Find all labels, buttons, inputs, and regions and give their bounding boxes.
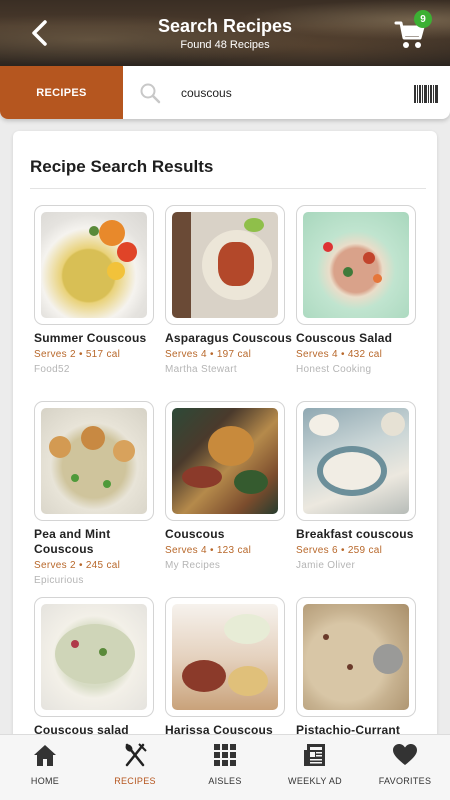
recipe-tile[interactable]: Pistachio-Currant bbox=[296, 597, 416, 738]
nav-label: WEEKLY AD bbox=[288, 776, 342, 786]
newspaper-icon bbox=[304, 744, 325, 766]
search-bar: RECIPES bbox=[0, 66, 450, 119]
recipe-image bbox=[41, 408, 147, 514]
recipe-serves-calories: Serves 2 • 245 cal bbox=[34, 560, 121, 571]
recipe-thumbnail-frame bbox=[165, 205, 285, 325]
cart-count-badge: 9 bbox=[414, 10, 432, 28]
nav-label: HOME bbox=[30, 776, 60, 786]
recipe-serves-calories: Serves 4 • 197 cal bbox=[165, 349, 252, 360]
recipe-image bbox=[303, 408, 409, 514]
recipe-source: Epicurious bbox=[34, 575, 84, 586]
recipe-thumbnail-frame bbox=[165, 401, 285, 521]
recipe-serves-calories: Serves 6 • 259 cal bbox=[296, 545, 383, 556]
recipe-thumbnail-frame bbox=[296, 205, 416, 325]
results-title: Recipe Search Results bbox=[30, 157, 214, 176]
recipe-name: Breakfast couscous bbox=[296, 527, 414, 541]
results-count: Found 48 Recipes bbox=[180, 39, 270, 51]
recipe-thumbnail-frame bbox=[165, 597, 285, 717]
recipe-tile[interactable]: Pea and Mint Couscous Serves 2 • 245 cal… bbox=[34, 401, 154, 588]
recipe-source: Food52 bbox=[34, 364, 70, 375]
fork-spoon-icon bbox=[125, 743, 147, 767]
search-category-tab[interactable]: RECIPES bbox=[0, 66, 123, 119]
recipe-serves-calories: Serves 4 • 432 cal bbox=[296, 349, 383, 360]
recipe-image bbox=[41, 604, 147, 710]
nav-label: FAVORITES bbox=[378, 776, 432, 786]
recipe-source: Honest Cooking bbox=[296, 364, 372, 375]
recipe-image bbox=[172, 408, 278, 514]
nav-favorites[interactable]: FAVORITES bbox=[360, 741, 450, 797]
nav-label: AISLES bbox=[208, 776, 242, 786]
nav-weekly-ad[interactable]: WEEKLY AD bbox=[270, 741, 360, 797]
recipe-name: Asparagus Couscous bbox=[165, 331, 292, 345]
recipe-image bbox=[303, 212, 409, 318]
bottom-nav: HOME RECIPES AISLES WEEKLY AD FAVORITES bbox=[0, 734, 450, 800]
search-icon bbox=[140, 83, 161, 104]
recipe-thumbnail-frame bbox=[34, 205, 154, 325]
nav-label: RECIPES bbox=[114, 776, 156, 786]
divider bbox=[30, 188, 426, 189]
search-input[interactable] bbox=[175, 83, 395, 103]
recipe-tile[interactable]: Couscous salad bbox=[34, 597, 154, 738]
grid-icon bbox=[214, 744, 236, 766]
recipe-name: Couscous Salad bbox=[296, 331, 393, 345]
recipe-thumbnail-frame bbox=[296, 597, 416, 717]
recipe-name: Couscous bbox=[165, 527, 225, 541]
recipe-tile[interactable]: Harissa Couscous bbox=[165, 597, 285, 738]
app-header: Search Recipes Found 48 Recipes 9 bbox=[0, 0, 450, 66]
recipe-tile[interactable]: Couscous Salad Serves 4 • 432 cal Honest… bbox=[296, 205, 416, 377]
home-icon bbox=[34, 745, 56, 766]
barcode-scanner-icon[interactable] bbox=[413, 84, 439, 104]
recipe-image bbox=[303, 604, 409, 710]
recipe-source: Martha Stewart bbox=[165, 364, 238, 375]
nav-aisles[interactable]: AISLES bbox=[180, 741, 270, 797]
recipe-image bbox=[172, 212, 278, 318]
recipe-tile[interactable]: Couscous Serves 4 • 123 cal My Recipes bbox=[165, 401, 285, 573]
recipe-name: Summer Couscous bbox=[34, 331, 147, 345]
heart-icon bbox=[393, 744, 417, 765]
recipe-image bbox=[172, 604, 278, 710]
recipe-source: My Recipes bbox=[165, 560, 221, 571]
recipe-thumbnail-frame bbox=[34, 401, 154, 521]
recipe-name: Pea and Mint Couscous bbox=[34, 527, 111, 556]
results-card: Recipe Search Results Summer Couscous Se… bbox=[13, 131, 437, 771]
recipe-tile[interactable]: Asparagus Couscous Serves 4 • 197 cal Ma… bbox=[165, 205, 292, 377]
cart-button[interactable]: 9 bbox=[394, 10, 434, 52]
recipe-thumbnail-frame bbox=[34, 597, 154, 717]
recipe-serves-calories: Serves 4 • 123 cal bbox=[165, 545, 252, 556]
recipe-source: Jamie Oliver bbox=[296, 560, 356, 571]
recipe-serves-calories: Serves 2 • 517 cal bbox=[34, 349, 121, 360]
nav-home[interactable]: HOME bbox=[0, 741, 90, 797]
recipe-tile[interactable]: Summer Couscous Serves 2 • 517 cal Food5… bbox=[34, 205, 154, 377]
page-title: Search Recipes bbox=[157, 16, 293, 36]
nav-recipes[interactable]: RECIPES bbox=[90, 741, 180, 797]
recipe-image bbox=[41, 212, 147, 318]
recipe-tile[interactable]: Breakfast couscous Serves 6 • 259 cal Ja… bbox=[296, 401, 416, 573]
recipe-thumbnail-frame bbox=[296, 401, 416, 521]
